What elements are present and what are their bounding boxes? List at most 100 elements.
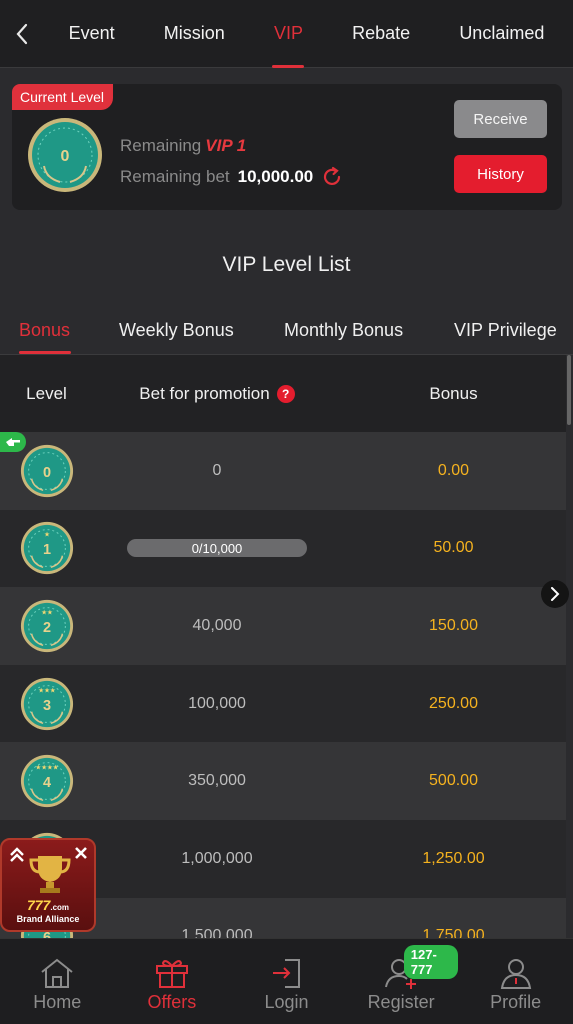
back-button[interactable] xyxy=(0,0,44,68)
bet-cell: 350,000 xyxy=(93,772,341,790)
subtab-vip-privilege[interactable]: VIP Privilege xyxy=(454,306,557,354)
home-icon xyxy=(41,958,73,988)
promo-tagline: Brand Alliance xyxy=(16,914,80,924)
table-row: ★ ★ ★ ★ 4 350,000 500.00 xyxy=(0,742,566,820)
svg-text:★: ★ xyxy=(43,532,49,539)
register-badge: 127-777 xyxy=(403,945,459,979)
level-cell: ★ ★ ★ 3 xyxy=(0,676,93,732)
close-icon[interactable] xyxy=(72,844,90,862)
vip-level-medal-icon: ★1 xyxy=(20,522,73,575)
header-bonus: Bonus xyxy=(429,383,478,403)
table-row: ★ ★ ★ 3 100,000 250.00 xyxy=(0,664,566,743)
promo-logo: 777.com xyxy=(2,897,94,913)
level-cell: ★ ★ 2 xyxy=(0,598,93,654)
nav-register-label: Register xyxy=(367,992,435,1012)
login-icon xyxy=(273,959,301,988)
receive-button[interactable]: Receive xyxy=(454,100,547,138)
vip-level-medal-icon: ★ ★ ★ ★4 xyxy=(20,755,73,808)
help-icon[interactable]: ? xyxy=(276,384,295,403)
nav-offers-label: Offers xyxy=(147,992,197,1012)
remaining-bet: Remaining bet 10,000.00 xyxy=(120,166,343,188)
gift-icon xyxy=(155,960,188,988)
nav-login[interactable]: Login xyxy=(229,939,344,1024)
progress-text: 0/10,000 xyxy=(191,540,243,556)
tab-unclaimed[interactable]: Unclaimed xyxy=(459,0,544,68)
tab-vip[interactable]: VIP xyxy=(274,0,303,68)
table-row: 0 0 0.00 xyxy=(0,432,566,510)
table-row: ★ 1 0/10,000 50.00 xyxy=(0,509,566,588)
promo-brand-number: 777 xyxy=(26,897,51,913)
level-cell: ★ 1 xyxy=(0,520,93,576)
chevron-left-icon xyxy=(16,23,28,44)
medal-level-number: 4 xyxy=(42,775,50,791)
medal-level-number: 1 xyxy=(42,542,50,558)
header-level: Level xyxy=(26,383,67,403)
tab-mission[interactable]: Mission xyxy=(164,0,225,68)
svg-text:0: 0 xyxy=(61,148,70,165)
bonus-cell: 0.00 xyxy=(437,461,470,479)
brand-alliance-promo[interactable]: 777.com Brand Alliance xyxy=(0,838,96,932)
refresh-icon[interactable] xyxy=(321,166,343,188)
double-chevron-up-icon[interactable] xyxy=(8,846,26,864)
vip-level-list-title: VIP Level List xyxy=(222,253,351,276)
nav-offers[interactable]: Offers xyxy=(115,939,230,1024)
top-tabs: Event Mission VIP Rebate Unclaimed xyxy=(44,0,573,68)
table-header: Level Bet for promotion ? Bonus xyxy=(0,355,566,432)
header-bet-label: Bet for promotion xyxy=(139,383,270,403)
vip-level-medal-icon: 0 xyxy=(20,444,73,497)
vip-page: Event Mission VIP Rebate Unclaimed Curre… xyxy=(0,0,573,1024)
subtab-bonus[interactable]: Bonus xyxy=(19,306,70,354)
nav-home-label: Home xyxy=(33,992,82,1012)
bonus-subtabs: Bonus Weekly Bonus Monthly Bonus VIP Pri… xyxy=(0,306,573,354)
bet-cell: 0 xyxy=(93,462,341,480)
bottom-nav: Home Offers Login Register 127-777 Profi… xyxy=(0,938,573,1024)
bonus-cell: 250.00 xyxy=(429,694,478,712)
vip-medal-icon: 0 xyxy=(26,116,104,199)
chevron-right-icon xyxy=(551,587,560,601)
subtab-monthly-bonus[interactable]: Monthly Bonus xyxy=(284,306,403,354)
vip-level-medal-icon: ★ ★2 xyxy=(20,599,73,653)
profile-icon xyxy=(500,959,531,989)
level-cell: ★ ★ ★ ★ 4 xyxy=(0,753,93,809)
nav-register[interactable]: Register 127-777 xyxy=(344,939,459,1024)
bet-cell: 0/10,000 xyxy=(93,539,341,558)
bet-value: 40,000 xyxy=(192,616,242,634)
bet-value: 0 xyxy=(212,461,222,479)
medal-level-number: 0 xyxy=(42,465,50,481)
trophy-icon xyxy=(29,856,71,893)
remaining-label: Remaining xyxy=(120,136,202,155)
remaining-bet-value: 10,000.00 xyxy=(237,167,314,186)
svg-text:★: ★ xyxy=(52,765,58,772)
promo-domain: .com xyxy=(50,903,70,912)
current-level-pointer xyxy=(0,432,26,452)
scroll-right-button[interactable] xyxy=(541,580,569,608)
bet-value: 100,000 xyxy=(188,694,246,712)
bonus-cell: 150.00 xyxy=(429,616,478,634)
current-level-card: Current Level 0 Remaining VIP 1 Remaining… xyxy=(12,84,562,210)
svg-text:★: ★ xyxy=(46,609,52,616)
vip-level-medal-icon: ★ ★ ★3 xyxy=(20,677,73,730)
current-level-badge: Current Level xyxy=(12,84,114,110)
nav-profile[interactable]: Profile xyxy=(458,939,573,1024)
header-bet: Bet for promotion ? xyxy=(93,384,341,404)
top-nav: Event Mission VIP Rebate Unclaimed xyxy=(0,0,573,68)
scrollbar[interactable] xyxy=(567,355,571,425)
nav-profile-label: Profile xyxy=(490,992,542,1012)
remaining-bet-label: Remaining bet xyxy=(120,167,230,186)
bet-cell: 1,000,000 xyxy=(93,850,341,868)
bet-value: 1,000,000 xyxy=(181,849,253,867)
bonus-cell: 500.00 xyxy=(429,772,478,790)
remaining-vip: Remaining VIP 1 xyxy=(120,136,246,156)
nav-home[interactable]: Home xyxy=(0,939,115,1024)
bet-cell: 40,000 xyxy=(93,617,341,635)
nav-login-label: Login xyxy=(264,992,309,1012)
remaining-vip-value: VIP 1 xyxy=(205,136,247,155)
tab-rebate[interactable]: Rebate xyxy=(352,0,410,68)
svg-text:★: ★ xyxy=(49,687,55,694)
table-row: ★ ★ 2 40,000 150.00 xyxy=(0,587,566,665)
history-button[interactable]: History xyxy=(454,155,547,193)
subtab-weekly-bonus[interactable]: Weekly Bonus xyxy=(119,306,234,354)
bet-value: 350,000 xyxy=(188,772,246,790)
tab-event[interactable]: Event xyxy=(69,0,115,68)
promotion-progress-bar: 0/10,000 xyxy=(127,539,307,558)
